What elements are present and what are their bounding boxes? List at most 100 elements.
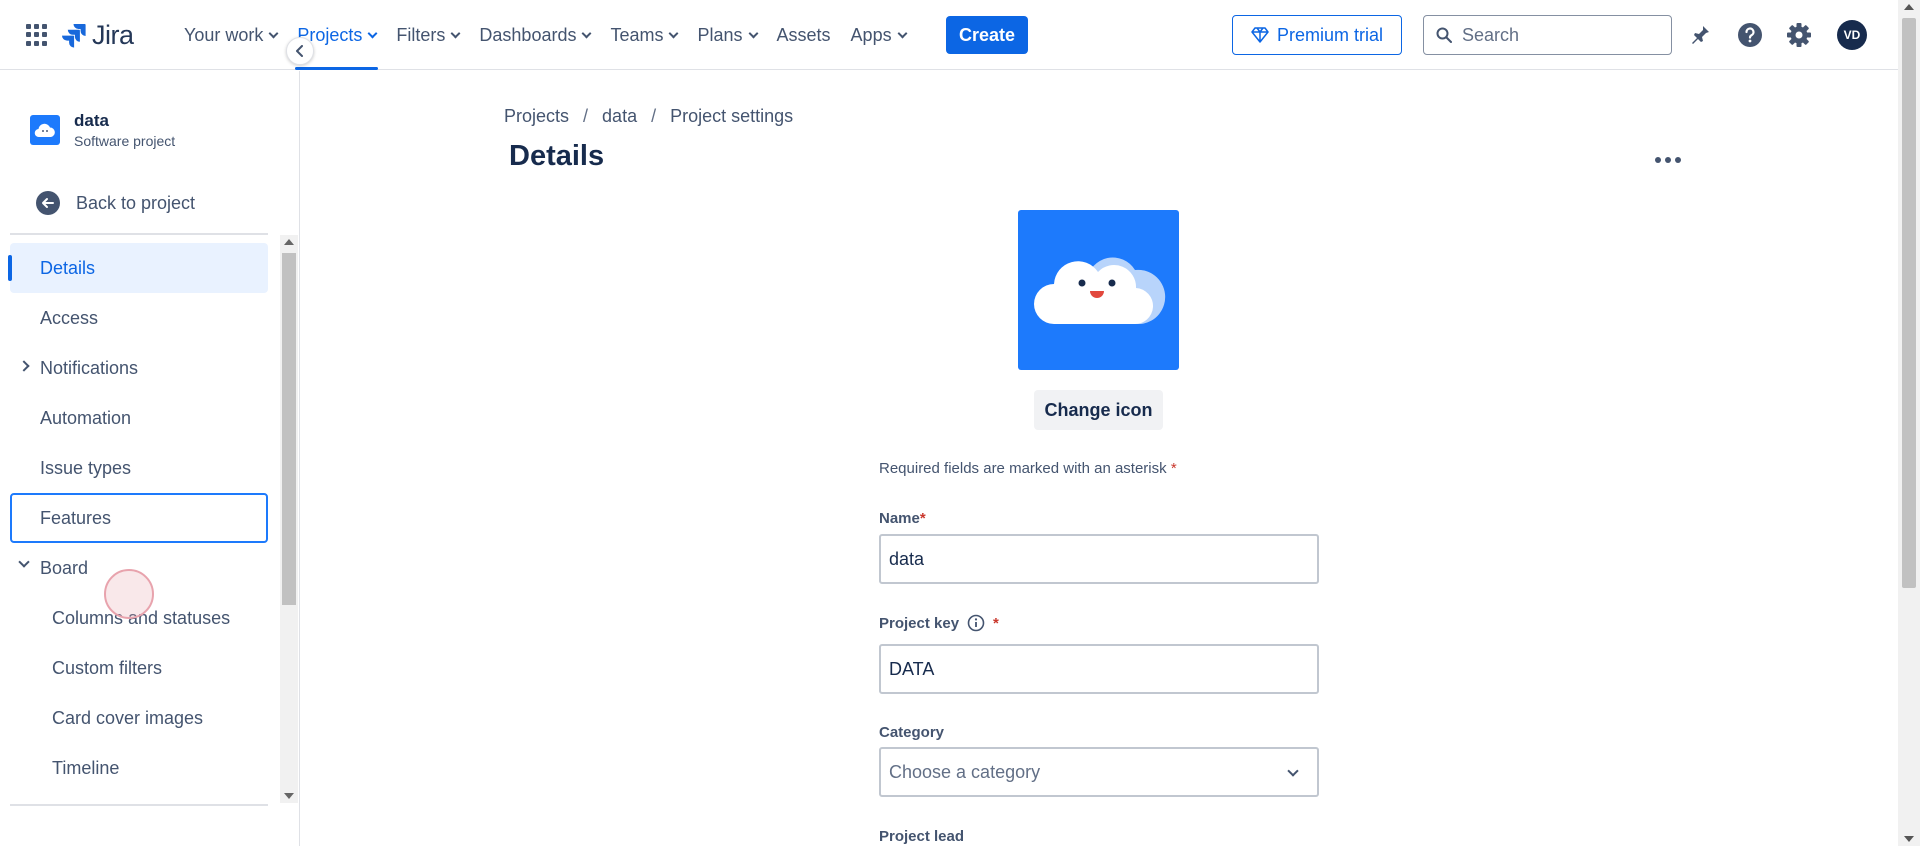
required-asterisk: *	[1170, 460, 1177, 477]
chevron-down-icon	[367, 28, 378, 38]
nav-plans[interactable]: Plans	[687, 0, 766, 70]
back-arrow-icon	[36, 191, 60, 215]
required-fields-note: Required fields are marked with an aster…	[879, 460, 1177, 477]
sidebar-item-details[interactable]: Details	[8, 243, 268, 293]
premium-trial-button[interactable]: Premium trial	[1232, 15, 1402, 55]
jira-logo[interactable]: Jira	[62, 20, 134, 51]
sidebar-item-label: Automation	[40, 407, 132, 428]
sidebar-item-label: Details	[40, 257, 96, 278]
chevron-down-icon[interactable]	[18, 556, 30, 568]
scroll-thumb[interactable]	[1902, 18, 1916, 588]
notifications-icon[interactable]	[1686, 21, 1714, 49]
sidebar-item-features[interactable]: Features	[10, 493, 268, 543]
sidebar-item-card-cover-images[interactable]: Card cover images	[0, 693, 272, 743]
sidebar-item-timeline[interactable]: Timeline	[0, 743, 272, 793]
jira-logo-icon	[62, 23, 86, 48]
nav-label: Apps	[850, 24, 892, 45]
search-box[interactable]	[1423, 15, 1672, 55]
project-lead-label: Project lead	[879, 828, 965, 845]
name-input[interactable]	[889, 548, 1289, 570]
category-label: Category	[879, 724, 945, 741]
scroll-down-arrow-icon[interactable]	[1904, 836, 1914, 842]
chevron-left-icon	[296, 45, 303, 57]
divider	[10, 233, 268, 235]
project-name: data	[74, 111, 109, 130]
search-input[interactable]	[1462, 24, 1652, 46]
collapse-sidebar-button[interactable]	[286, 37, 314, 65]
name-field[interactable]	[879, 534, 1319, 584]
project-key-label-text: Project key	[879, 614, 960, 632]
nav-assets[interactable]: Assets	[767, 0, 841, 70]
name-label: Name *	[879, 510, 926, 527]
create-button[interactable]: Create	[946, 16, 1028, 54]
sidebar-item-label: Access	[40, 307, 99, 328]
change-icon-button[interactable]: Change icon	[1034, 390, 1163, 430]
sidebar-item-notifications[interactable]: Notifications	[0, 343, 272, 393]
top-navigation: Jira Your work Projects Filters Dashboards T…	[0, 0, 1898, 70]
project-key-label: Project key *	[879, 614, 999, 632]
project-icon-preview	[1018, 210, 1179, 370]
nav-dashboards[interactable]: Dashboards	[469, 0, 600, 70]
scroll-thumb[interactable]	[282, 253, 296, 605]
breadcrumb-project-settings[interactable]: Project settings	[670, 106, 793, 127]
app-switcher-icon[interactable]	[26, 24, 48, 46]
sidebar-scrollbar[interactable]	[280, 235, 298, 803]
nav-teams[interactable]: Teams	[600, 0, 687, 70]
user-avatar[interactable]: VD	[1837, 20, 1867, 50]
diamond-icon	[1251, 27, 1269, 43]
nav-filters[interactable]: Filters	[386, 0, 469, 70]
breadcrumb: Projects / data / Project settings	[504, 106, 793, 127]
nav-label: Assets	[776, 24, 831, 45]
settings-gear-icon[interactable]	[1785, 21, 1813, 49]
scroll-up-arrow-icon[interactable]	[1904, 4, 1914, 10]
sidebar-item-custom-filters[interactable]: Custom filters	[0, 643, 272, 693]
back-to-project-label: Back to project	[76, 192, 196, 213]
chevron-down-icon	[582, 28, 592, 38]
project-header[interactable]: data Software project	[30, 111, 175, 149]
nav-label: Dashboards	[479, 24, 577, 45]
help-icon[interactable]	[1736, 21, 1764, 49]
page-scrollbar[interactable]	[1898, 0, 1920, 846]
chevron-down-icon	[897, 28, 908, 38]
nav-label: Teams	[610, 24, 664, 45]
sidebar: data Software project Back to project De…	[0, 71, 300, 846]
sidebar-item-issue-types[interactable]: Issue types	[0, 443, 272, 493]
scroll-up-arrow-icon[interactable]	[284, 239, 294, 245]
cloud-face-icon	[1034, 257, 1166, 325]
project-key-input[interactable]	[889, 658, 1289, 680]
more-actions-button[interactable]	[1652, 148, 1684, 172]
sidebar-item-automation[interactable]: Automation	[0, 393, 272, 443]
breadcrumb-separator: /	[583, 106, 589, 126]
nav-your-work[interactable]: Your work	[174, 0, 287, 70]
chevron-down-icon	[1287, 765, 1299, 777]
sidebar-item-label: Features	[40, 507, 112, 528]
sidebar-item-access[interactable]: Access	[0, 293, 272, 343]
chevron-down-icon	[748, 28, 758, 38]
category-select[interactable]: Choose a category	[879, 747, 1319, 797]
chevron-right-icon[interactable]	[18, 360, 30, 372]
nav-label: Your work	[184, 24, 264, 45]
required-note-text: Required fields are marked with an aster…	[879, 460, 1167, 477]
sidebar-item-label: Notifications	[40, 357, 139, 378]
premium-trial-label: Premium trial	[1276, 24, 1383, 45]
sidebar-item-label: Board	[40, 557, 89, 578]
search-icon	[1436, 27, 1452, 43]
project-key-field[interactable]	[879, 644, 1319, 694]
project-avatar-icon	[30, 115, 60, 145]
info-icon[interactable]	[967, 614, 985, 632]
required-asterisk: *	[993, 614, 999, 632]
chevron-down-icon	[669, 28, 679, 38]
sidebar-item-label: Issue types	[40, 457, 132, 478]
back-to-project-link[interactable]: Back to project	[36, 191, 195, 215]
logo-text: Jira	[92, 20, 134, 50]
primary-nav: Your work Projects Filters Dashboards Teams P…	[174, 0, 916, 70]
divider	[10, 804, 268, 806]
name-label-text: Name	[879, 510, 920, 527]
page-title: Details	[509, 140, 605, 172]
nav-apps[interactable]: Apps	[841, 0, 916, 70]
scroll-down-arrow-icon[interactable]	[284, 793, 294, 799]
nav-label: Filters	[396, 24, 446, 45]
breadcrumb-project[interactable]: data	[602, 106, 637, 127]
breadcrumb-projects[interactable]: Projects	[504, 106, 569, 127]
category-placeholder: Choose a category	[889, 761, 1041, 782]
